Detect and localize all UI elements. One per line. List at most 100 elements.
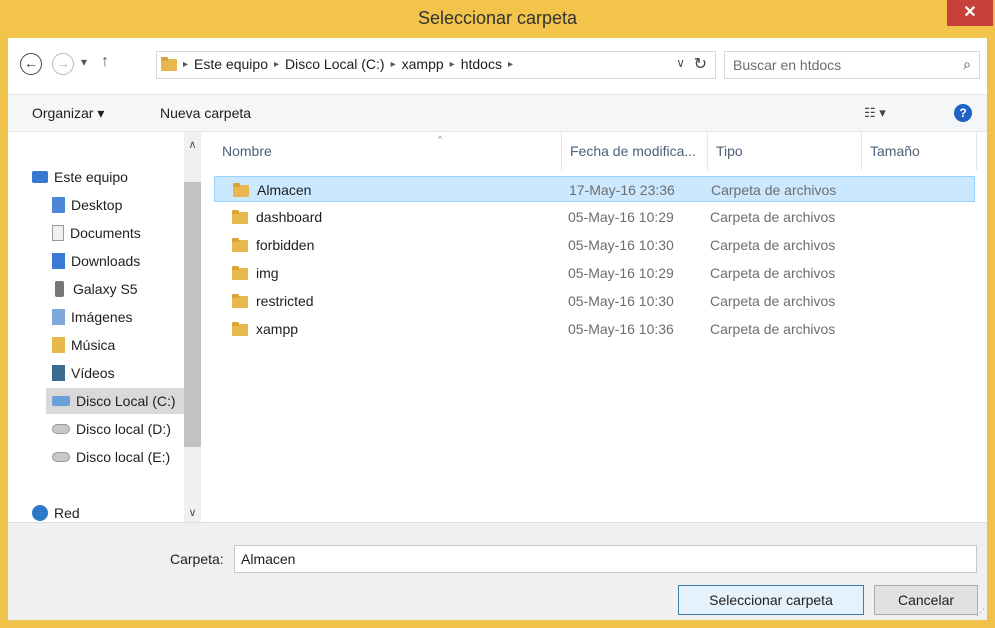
table-row[interactable]: dashboard 05-May-16 10:29 Carpeta de arc… xyxy=(214,204,975,230)
breadcrumb-xampp[interactable]: xampp xyxy=(402,56,444,72)
folder-picker-dialog: Seleccionar carpeta ✕ ← → ▾ ↑ ▸ Este equ… xyxy=(0,0,995,628)
sidebar-item-desktop[interactable]: Desktop xyxy=(52,192,183,218)
sidebar-item-disco-local-d[interactable]: Disco local (D:) xyxy=(52,416,183,442)
file-name-cell: Almacen xyxy=(233,177,311,203)
dialog-title: Seleccionar carpeta xyxy=(417,8,578,28)
local-drive-icon xyxy=(52,396,70,406)
column-header-date[interactable]: Fecha de modifica... xyxy=(562,132,708,170)
file-name-cell: restricted xyxy=(232,288,314,314)
sidebar-item-label: Disco local (E:) xyxy=(76,449,171,465)
recent-locations-button[interactable]: ▾ xyxy=(81,55,87,69)
scrollbar-thumb[interactable] xyxy=(184,182,201,447)
file-list: Nombre ^ Fecha de modifica... Tipo Tamañ… xyxy=(214,132,987,522)
select-folder-button[interactable]: Seleccionar carpeta xyxy=(678,585,864,615)
sidebar-item-label: Imágenes xyxy=(71,309,133,325)
file-date: 05-May-16 10:36 xyxy=(568,321,674,337)
sidebar-item-label: Este equipo xyxy=(54,169,128,185)
phone-icon xyxy=(55,281,64,297)
view-options-icon[interactable]: ☷ ▾ xyxy=(864,105,886,121)
sidebar-item-videos[interactable]: Vídeos xyxy=(52,360,183,386)
folder-icon xyxy=(232,322,248,336)
sidebar-item-label: Música xyxy=(71,337,116,353)
file-name-cell: xampp xyxy=(232,316,298,342)
column-header-size[interactable]: Tamaño xyxy=(862,132,977,170)
forward-button[interactable]: → xyxy=(52,53,74,75)
file-date: 05-May-16 10:30 xyxy=(568,237,674,253)
documents-icon xyxy=(52,225,64,241)
breadcrumb-separator-icon[interactable]: ▸ xyxy=(391,59,396,70)
file-name: Almacen xyxy=(257,182,312,198)
column-header-name[interactable]: Nombre xyxy=(214,132,562,170)
search-input[interactable] xyxy=(731,56,935,74)
breadcrumb-separator-icon[interactable]: ▸ xyxy=(450,59,455,70)
navigation-scrollbar[interactable]: ∧ ∨ xyxy=(184,132,201,522)
file-type: Carpeta de archivos xyxy=(710,209,836,225)
search-icon[interactable]: ⌕ xyxy=(963,56,971,73)
scroll-down-icon[interactable]: ∨ xyxy=(184,506,201,519)
sidebar-item-label: Desktop xyxy=(71,197,123,213)
folder-name-input[interactable] xyxy=(234,545,977,573)
sidebar-item-label: Vídeos xyxy=(71,365,115,381)
table-row[interactable]: img 05-May-16 10:29 Carpeta de archivos xyxy=(214,260,975,286)
back-arrow-icon: ← xyxy=(24,55,38,71)
file-type: Carpeta de archivos xyxy=(710,237,836,253)
table-row[interactable]: Almacen 17-May-16 23:36 Carpeta de archi… xyxy=(214,176,975,202)
navigation-pane: Este equipo Desktop Documents Downloads … xyxy=(8,132,186,522)
breadcrumb-separator-icon[interactable]: ▸ xyxy=(508,59,513,70)
file-date: 05-May-16 10:29 xyxy=(568,209,674,225)
file-name: xampp xyxy=(256,321,299,337)
table-row[interactable]: forbidden 05-May-16 10:30 Carpeta de arc… xyxy=(214,232,975,258)
sidebar-item-musica[interactable]: Música xyxy=(52,332,183,358)
new-folder-button[interactable]: Nueva carpeta xyxy=(160,105,251,121)
breadcrumb-separator-icon[interactable]: ▸ xyxy=(274,59,279,70)
up-button[interactable]: ↑ xyxy=(101,53,109,71)
sidebar-item-galaxy-s5[interactable]: Galaxy S5 xyxy=(52,276,183,302)
folder-icon xyxy=(161,57,177,71)
folder-icon xyxy=(232,210,248,224)
close-button[interactable]: ✕ xyxy=(947,0,993,26)
sidebar-item-documents[interactable]: Documents xyxy=(52,220,183,246)
column-header-type[interactable]: Tipo xyxy=(708,132,862,170)
cancel-button[interactable]: Cancelar xyxy=(874,585,978,615)
breadcrumb-separator-icon[interactable]: ▸ xyxy=(183,59,188,70)
organize-button[interactable]: Organizar ▾ xyxy=(32,105,104,122)
table-row[interactable]: xampp 05-May-16 10:36 Carpeta de archivo… xyxy=(214,316,975,342)
forward-arrow-icon: → xyxy=(56,55,70,71)
title-bar[interactable]: Seleccionar carpeta ✕ xyxy=(0,0,995,38)
desktop-icon xyxy=(52,197,65,213)
file-name: dashboard xyxy=(256,209,323,225)
folder-icon xyxy=(233,183,249,197)
breadcrumb: ▸ Este equipo ▸ Disco Local (C:) ▸ xampp… xyxy=(161,56,513,72)
folder-icon xyxy=(232,238,248,252)
back-button[interactable]: ← xyxy=(20,53,42,75)
folder-icon xyxy=(232,266,248,280)
breadcrumb-este-equipo[interactable]: Este equipo xyxy=(194,56,268,72)
address-dropdown-icon[interactable]: ∨ xyxy=(676,56,685,70)
sidebar-item-disco-local-c[interactable]: Disco Local (C:) xyxy=(46,388,184,414)
file-name-cell: dashboard xyxy=(232,204,322,230)
file-type: Carpeta de archivos xyxy=(710,321,836,337)
search-box[interactable]: ⌕ xyxy=(724,51,980,79)
breadcrumb-htdocs[interactable]: htdocs xyxy=(461,56,502,72)
resize-grip-icon[interactable]: ⋰ xyxy=(976,607,985,618)
up-arrow-icon: ↑ xyxy=(101,53,109,70)
folder-field-label: Carpeta: xyxy=(170,551,224,567)
scroll-up-icon[interactable]: ∧ xyxy=(184,138,201,151)
folder-icon xyxy=(232,294,248,308)
sidebar-item-label: Galaxy S5 xyxy=(73,281,138,297)
table-row[interactable]: restricted 05-May-16 10:30 Carpeta de ar… xyxy=(214,288,975,314)
sidebar-item-imagenes[interactable]: Imágenes xyxy=(52,304,183,330)
dialog-client: ← → ▾ ↑ ▸ Este equipo ▸ Disco Local (C:)… xyxy=(8,38,987,620)
drive-icon xyxy=(52,452,70,462)
refresh-icon[interactable]: ↻ xyxy=(694,54,707,74)
sort-ascending-icon: ^ xyxy=(438,134,443,144)
sidebar-item-disco-local-e[interactable]: Disco local (E:) xyxy=(52,444,183,470)
help-icon[interactable]: ? xyxy=(954,104,972,122)
sidebar-item-este-equipo[interactable]: Este equipo xyxy=(32,164,187,190)
breadcrumb-disco-local-c[interactable]: Disco Local (C:) xyxy=(285,56,385,72)
column-header-label: Tamaño xyxy=(870,143,920,159)
sidebar-item-label: Downloads xyxy=(71,253,141,269)
address-bar[interactable]: ▸ Este equipo ▸ Disco Local (C:) ▸ xampp… xyxy=(156,51,716,79)
computer-icon xyxy=(32,171,48,183)
sidebar-item-downloads[interactable]: Downloads xyxy=(52,248,183,274)
